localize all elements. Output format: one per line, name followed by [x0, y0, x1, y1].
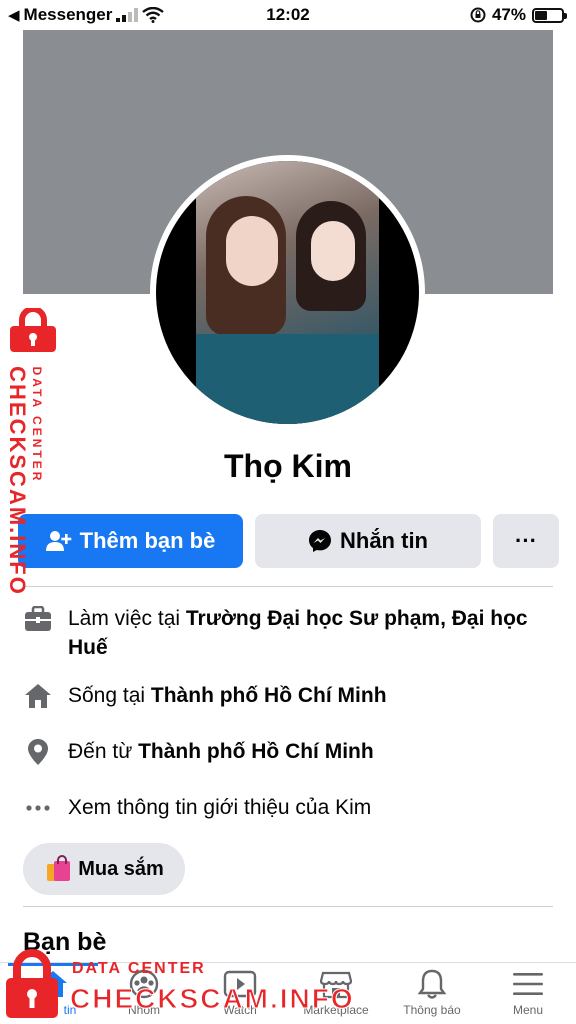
shop-button[interactable]: Mua sắm [23, 843, 185, 895]
add-friend-label: Thêm bạn bè [79, 528, 216, 553]
bottom-watermark-sub: DATA CENTER [72, 960, 206, 977]
profile-name: Thọ Kim [224, 448, 352, 484]
more-options-button[interactable]: ··· [493, 514, 559, 568]
tab-notifications[interactable]: Thông báo [384, 967, 480, 1024]
battery-percent: 47% [491, 5, 526, 24]
side-watermark-main: CHECKSCAM.INFO [5, 366, 30, 596]
intro-lives-link[interactable]: Thành phố Hồ Chí Minh [151, 684, 387, 707]
intro-from-prefix: Đến từ [68, 740, 139, 763]
messenger-icon [309, 530, 331, 552]
bell-tab-icon [414, 967, 450, 1001]
menu-tab-icon [510, 967, 546, 1001]
side-watermark-sub: DATA CENTER [30, 366, 44, 484]
briefcase-icon [23, 604, 53, 634]
intro-lives-prefix: Sống tại [68, 684, 151, 707]
intro-from: Đến từ Thành phố Hồ Chí Minh [23, 737, 553, 767]
message-label: Nhắn tin [340, 528, 428, 553]
back-to-messenger[interactable]: ◀ Messenger [8, 5, 165, 25]
bottom-lock-icon [6, 949, 58, 1018]
tab-menu-label: Menu [512, 1003, 544, 1017]
battery-icon [532, 7, 567, 23]
intro-work: Làm việc tại Trường Đại học Sư phạm, Đại… [23, 604, 553, 662]
shopping-bag-icon [47, 855, 71, 881]
avatar-photo [196, 161, 379, 424]
location-pin-icon [23, 737, 53, 767]
intro-from-link[interactable]: Thành phố Hồ Chí Minh [138, 740, 374, 763]
wifi-icon [142, 7, 165, 23]
cellular-signal-icon [116, 8, 139, 22]
intro-see-more-label: Xem thông tin giới thiệu của Kim [68, 796, 372, 819]
battery-fill [535, 10, 547, 20]
profile-avatar[interactable] [156, 161, 419, 424]
intro-see-more[interactable]: Xem thông tin giới thiệu của Kim [23, 793, 553, 823]
status-bar: ◀ Messenger 12:02 47% [0, 0, 576, 30]
intro-work-prefix: Làm việc tại [68, 607, 186, 630]
divider [23, 906, 553, 907]
home-icon [23, 681, 53, 711]
lock-icon [10, 308, 56, 352]
divider [23, 586, 553, 587]
bottom-watermark-main: CHECKSCAM.INFO [70, 983, 355, 1015]
back-arrow-icon: ◀ [8, 7, 20, 24]
back-app-label: Messenger [23, 5, 113, 24]
ellipsis-icon [23, 793, 53, 823]
intro-lives: Sống tại Thành phố Hồ Chí Minh [23, 681, 553, 711]
tab-notifications-label: Thông báo [403, 1003, 461, 1017]
shop-label: Mua sắm [78, 857, 164, 880]
message-button[interactable]: Nhắn tin [255, 514, 481, 568]
orientation-lock-icon [470, 7, 486, 23]
tab-menu[interactable]: Menu [480, 967, 576, 1024]
more-options-icon: ··· [515, 528, 537, 553]
side-watermark: DATA CENTER CHECKSCAM.INFO [2, 308, 62, 596]
